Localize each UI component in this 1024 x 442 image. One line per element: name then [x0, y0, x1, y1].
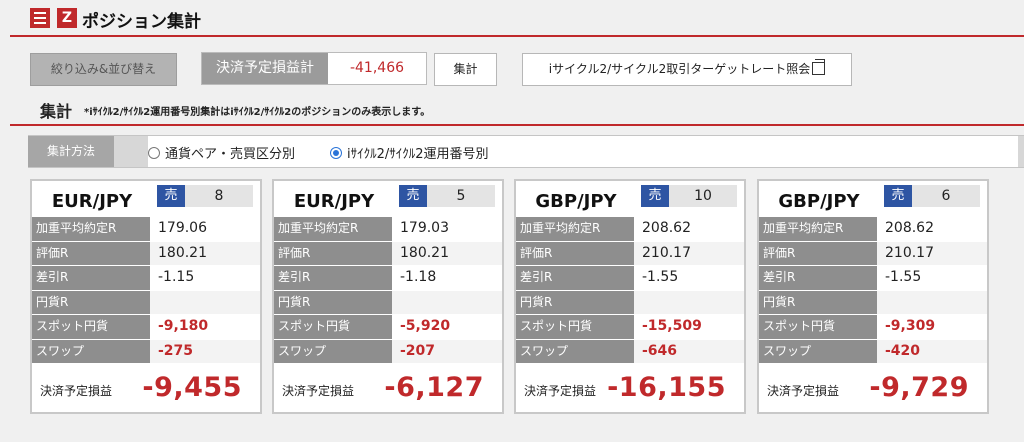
planned-pl-value: -9,729: [869, 372, 969, 403]
planned-pl-label: 決済予定損益: [767, 384, 840, 398]
yen-rate-label: 円貨R: [32, 290, 150, 314]
position-card: GBP/JPY 売 10 加重平均約定R 208.62 評価R 210.17 差引R…: [514, 179, 746, 414]
spot-yen-label: スポット円貨: [274, 315, 392, 339]
spot-yen-value: -15,509: [634, 315, 744, 339]
target-rate-inquiry-button[interactable]: iサイクル2/サイクル2取引ターゲットレート照会: [522, 53, 852, 86]
spot-yen-label: スポット円貨: [516, 315, 634, 339]
diff-rate-label: 差引R: [274, 266, 392, 290]
swap-label: スワップ: [516, 339, 634, 363]
section-note: *iｻｲｸﾙ2/ｻｲｸﾙ2運用番号別集計はiｻｲｸﾙ2/ｻｲｸﾙ2のポジションの…: [84, 107, 431, 118]
radio-selected-icon[interactable]: [330, 147, 342, 159]
target-rate-inquiry-label: iサイクル2/サイクル2取引ターゲットレート照会: [548, 62, 811, 76]
spot-yen-value: -9,309: [877, 315, 987, 339]
currency-pair: GBP/JPY: [535, 191, 617, 212]
z-logo-icon: Z: [57, 8, 77, 28]
external-link-icon: [812, 59, 826, 75]
sell-badge: 売: [884, 185, 912, 207]
radio-option-label: iｻｲｸﾙ2/ｻｲｸﾙ2運用番号別: [347, 147, 489, 162]
planned-pl-label: 決済予定損益: [524, 384, 597, 398]
yen-rate-label: 円貨R: [274, 290, 392, 314]
menu-icon[interactable]: [30, 8, 50, 28]
eval-rate-value: 210.17: [634, 241, 744, 265]
total-pl-value: -41,466: [349, 60, 405, 76]
currency-pair: EUR/JPY: [293, 191, 375, 212]
section-divider: [10, 124, 1024, 126]
filter-sort-button[interactable]: 絞り込み&並び替え: [30, 53, 177, 86]
swap-label: スワップ: [759, 339, 877, 363]
avg-rate-value: 208.62: [634, 217, 744, 241]
quantity: 6: [912, 185, 980, 207]
spot-yen-value: -9,180: [150, 315, 260, 339]
eval-rate-value: 180.21: [150, 241, 260, 265]
sell-badge: 売: [399, 185, 427, 207]
diff-rate-label: 差引R: [759, 266, 877, 290]
header-bar: Z ポジション集計: [0, 0, 1024, 38]
yen-rate-value: [877, 290, 987, 314]
swap-value: -420: [877, 339, 987, 363]
planned-pl-value: -6,127: [384, 372, 484, 403]
quantity: 5: [427, 185, 495, 207]
swap-label: スワップ: [274, 339, 392, 363]
total-pl-label: 決済予定損益計: [202, 53, 328, 84]
eval-rate-value: 180.21: [392, 241, 502, 265]
page-title: ポジション集計: [82, 12, 201, 32]
quantity: 10: [669, 185, 737, 207]
aggregation-method-label: 集計方法: [28, 136, 114, 167]
spot-yen-label: スポット円貨: [32, 315, 150, 339]
eval-rate-label: 評価R: [759, 241, 877, 265]
swap-value: -207: [392, 339, 502, 363]
planned-pl-value: -16,155: [607, 372, 726, 403]
currency-pair: EUR/JPY: [51, 191, 133, 212]
currency-pair: GBP/JPY: [778, 191, 860, 212]
swap-label: スワップ: [32, 339, 150, 363]
radio-option-cycle-number[interactable]: iｻｲｸﾙ2/ｻｲｸﾙ2運用番号別: [330, 143, 489, 162]
diff-rate-value: -1.18: [392, 266, 502, 290]
aggregate-button[interactable]: 集計: [434, 53, 497, 86]
planned-pl-label: 決済予定損益: [282, 384, 355, 398]
eval-rate-label: 評価R: [516, 241, 634, 265]
radio-unselected-icon[interactable]: [148, 147, 160, 159]
yen-rate-value: [634, 290, 744, 314]
avg-rate-label: 加重平均約定R: [274, 217, 392, 241]
header-divider: [10, 35, 1024, 37]
diff-rate-label: 差引R: [32, 266, 150, 290]
yen-rate-label: 円貨R: [516, 290, 634, 314]
spot-yen-value: -5,920: [392, 315, 502, 339]
section-title: 集計: [40, 102, 73, 121]
diff-rate-value: -1.55: [634, 266, 744, 290]
avg-rate-value: 179.03: [392, 217, 502, 241]
avg-rate-value: 208.62: [877, 217, 987, 241]
position-card: EUR/JPY 売 5 加重平均約定R 179.03 評価R 180.21 差引R -…: [272, 179, 504, 414]
yen-rate-label: 円貨R: [759, 290, 877, 314]
diff-rate-value: -1.55: [877, 266, 987, 290]
sell-badge: 売: [641, 185, 669, 207]
swap-value: -646: [634, 339, 744, 363]
avg-rate-value: 179.06: [150, 217, 260, 241]
eval-rate-label: 評価R: [32, 241, 150, 265]
total-pl-box: 決済予定損益計 -41,466: [201, 52, 427, 85]
quantity: 8: [185, 185, 253, 207]
aggregation-method-row: 集計方法 通貨ペア・売買区分別 iｻｲｸﾙ2/ｻｲｸﾙ2運用番号別: [28, 135, 1024, 168]
eval-rate-value: 210.17: [877, 241, 987, 265]
avg-rate-label: 加重平均約定R: [759, 217, 877, 241]
position-card: EUR/JPY 売 8 加重平均約定R 179.06 評価R 180.21 差引R -…: [30, 179, 262, 414]
position-card: GBP/JPY 売 6 加重平均約定R 208.62 評価R 210.17 差引R -…: [757, 179, 989, 414]
yen-rate-value: [392, 290, 502, 314]
sell-badge: 売: [157, 185, 185, 207]
avg-rate-label: 加重平均約定R: [516, 217, 634, 241]
diff-rate-label: 差引R: [516, 266, 634, 290]
radio-option-pair-side[interactable]: 通貨ペア・売買区分別: [148, 143, 295, 162]
planned-pl-value: -9,455: [142, 372, 242, 403]
avg-rate-label: 加重平均約定R: [32, 217, 150, 241]
diff-rate-value: -1.15: [150, 266, 260, 290]
planned-pl-label: 決済予定損益: [40, 384, 113, 398]
radio-option-label: 通貨ペア・売買区分別: [165, 147, 296, 162]
spot-yen-label: スポット円貨: [759, 315, 877, 339]
yen-rate-value: [150, 290, 260, 314]
aggregation-method-options: 通貨ペア・売買区分別 iｻｲｸﾙ2/ｻｲｸﾙ2運用番号別: [148, 136, 1018, 167]
swap-value: -275: [150, 339, 260, 363]
eval-rate-label: 評価R: [274, 241, 392, 265]
